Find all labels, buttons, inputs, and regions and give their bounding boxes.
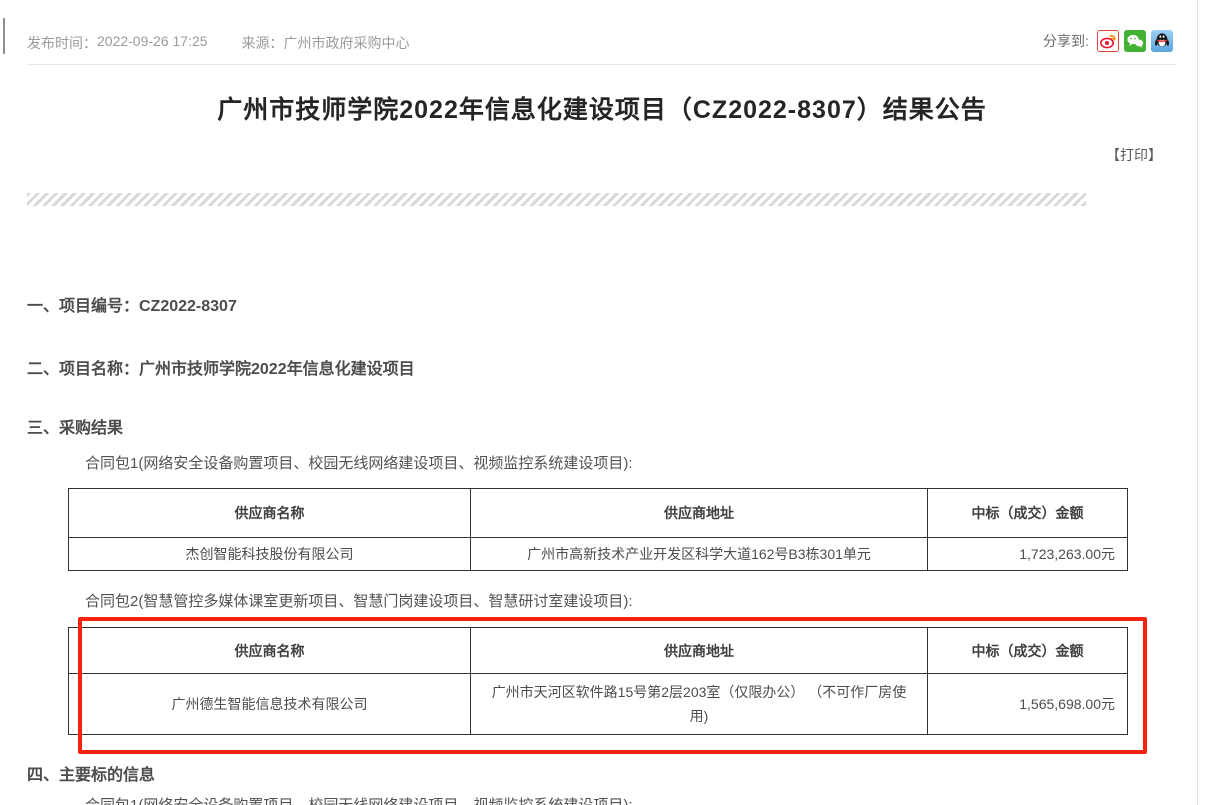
source-label: 来源： [242, 33, 284, 53]
hatched-divider [27, 193, 1086, 206]
publish-time: 发布时间：2022-09-26 17:25 [27, 33, 208, 53]
header-supplier-address: 供应商地址 [471, 628, 928, 674]
header-supplier-name: 供应商名称 [69, 489, 471, 538]
header-award-amount: 中标（成交）金额 [928, 628, 1128, 674]
wechat-icon[interactable] [1124, 30, 1146, 52]
section-main-subject-info: 四、主要标的信息 [27, 761, 155, 785]
supplier-name-cell: 广州德生智能信息技术有限公司 [69, 674, 471, 735]
table-header-row: 供应商名称 供应商地址 中标（成交）金额 [69, 489, 1128, 538]
content-right-border [1197, 0, 1198, 805]
package1-label: 合同包1(网络安全设备购置项目、校园无线网络建设项目、视频监控系统建设项目): [85, 452, 633, 473]
supplier-address-cell: 广州市天河区软件路15号第2层203室（仅限办公） （不可作厂房使用) [471, 674, 928, 735]
package1-result-table: 供应商名称 供应商地址 中标（成交）金额 杰创智能科技股份有限公司 广州市高新技… [68, 488, 1128, 571]
publish-time-label: 发布时间： [27, 33, 97, 53]
package2-result-table: 供应商名称 供应商地址 中标（成交）金额 广州德生智能信息技术有限公司 广州市天… [68, 627, 1128, 735]
supplier-name-cell: 杰创智能科技股份有限公司 [69, 538, 471, 571]
source: 来源：广州市政府采购中心 [242, 33, 410, 53]
section-project-name: 二、项目名称：广州市技师学院2022年信息化建设项目 [27, 355, 415, 379]
print-row: 【打印】 [27, 145, 1162, 165]
qq-icon[interactable] [1151, 30, 1173, 52]
left-edge-scroll-artifact [3, 18, 5, 54]
header-supplier-name: 供应商名称 [69, 628, 471, 674]
package2-label: 合同包2(智慧管控多媒体课室更新项目、智慧门岗建设项目、智慧研讨室建设项目): [85, 590, 633, 611]
section-procurement-result: 三、采购结果 [27, 414, 123, 438]
page-title: 广州市技师学院2022年信息化建设项目（CZ2022-8307）结果公告 [27, 90, 1177, 126]
table-row: 杰创智能科技股份有限公司 广州市高新技术产业开发区科学大道162号B3栋301单… [69, 538, 1128, 571]
header-divider [27, 64, 1177, 65]
award-amount-cell: 1,565,698.00元 [928, 674, 1128, 735]
table-header-row: 供应商名称 供应商地址 中标（成交）金额 [69, 628, 1128, 674]
article-meta: 发布时间：2022-09-26 17:25 来源：广州市政府采购中心 [27, 33, 410, 53]
award-amount-cell: 1,723,263.00元 [928, 538, 1128, 571]
header-award-amount: 中标（成交）金额 [928, 489, 1128, 538]
source-value: 广州市政府采购中心 [284, 33, 410, 53]
publish-time-value: 2022-09-26 17:25 [97, 33, 208, 53]
header-supplier-address: 供应商地址 [471, 489, 928, 538]
section-project-number: 一、项目编号：CZ2022-8307 [27, 292, 237, 316]
announcement-page: 发布时间：2022-09-26 17:25 来源：广州市政府采购中心 分享到: [0, 0, 1218, 805]
table-row: 广州德生智能信息技术有限公司 广州市天河区软件路15号第2层203室（仅限办公）… [69, 674, 1128, 735]
supplier-address-cell: 广州市高新技术产业开发区科学大道162号B3栋301单元 [471, 538, 928, 571]
package1-label-partial: 合同包1(网络安全设备购置项目、校园无线网络建设项目、视频监控系统建设项目): [85, 794, 633, 805]
share-label: 分享到: [1043, 31, 1089, 51]
print-button[interactable]: 【打印】 [1106, 147, 1162, 163]
sina-weibo-icon[interactable] [1097, 30, 1119, 52]
share-bar: 分享到: [1043, 30, 1173, 52]
